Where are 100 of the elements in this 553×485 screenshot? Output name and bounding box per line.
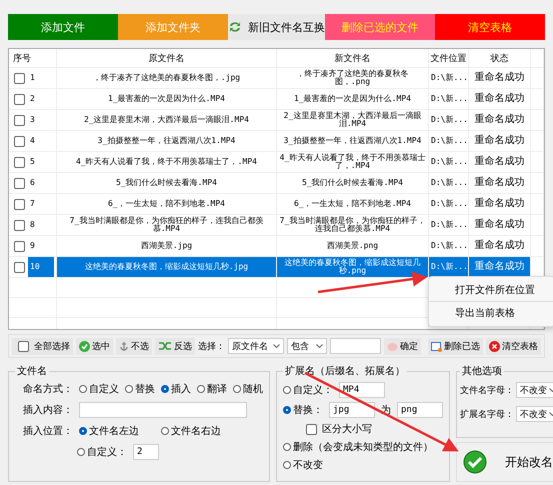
custom-extension-input[interactable]: MP4 xyxy=(339,382,385,398)
anchor-icon xyxy=(119,340,129,352)
field-dropdown[interactable]: 原文件名 xyxy=(228,338,284,354)
table-cell: D:\新... xyxy=(429,215,469,235)
row-number: 10 xyxy=(28,257,54,277)
checkbox[interactable] xyxy=(14,220,25,230)
table-cell: 重命名成功 xyxy=(469,215,531,235)
field-label: 插入内容： xyxy=(23,404,73,417)
table-cell: 6_，一生太短，陪不到地老.MP4 xyxy=(277,194,429,214)
invert-button[interactable]: 反选 xyxy=(155,338,195,354)
insert-content-input[interactable] xyxy=(79,402,247,418)
checkbox[interactable] xyxy=(14,240,25,252)
radio-button[interactable]: 文件名右边 xyxy=(161,424,221,438)
row-number: 9 xyxy=(29,240,36,252)
toolbar-button[interactable]: 添加文件 xyxy=(8,14,118,40)
row-number: 1 xyxy=(29,72,36,84)
radio-button[interactable]: 替换： xyxy=(283,403,323,417)
delete-selected-button[interactable]: 删除已选 xyxy=(428,338,483,354)
start-rename-button[interactable]: 开始改名 xyxy=(456,442,553,482)
table-cell: 2_这里是赛里木湖，大西洋最后一滴眼泪.MP4 xyxy=(57,110,277,130)
radio-button[interactable]: 不改变 xyxy=(283,458,323,472)
radio-button[interactable]: 翻译 xyxy=(197,382,227,396)
table-cell: D:\新... xyxy=(429,89,469,109)
table-cell: 重命名成功 xyxy=(469,194,531,214)
table-cell: 重命名成功 xyxy=(469,89,531,109)
checkbox[interactable] xyxy=(14,262,25,272)
column-header: 序号 xyxy=(9,49,57,67)
extension-case-dropdown[interactable]: 不改变 xyxy=(516,406,553,422)
match-dropdown[interactable]: 包含 xyxy=(287,338,327,354)
radio-button[interactable]: 随机 xyxy=(233,382,263,396)
column-header: 新文件名 xyxy=(277,49,429,67)
chevron-icon xyxy=(316,344,323,348)
table-cell: ，终于凑齐了这绝美的春夏秋冬图，.jpg xyxy=(57,68,277,88)
table-cell: 重命名成功 xyxy=(469,236,531,256)
row-number: 7 xyxy=(29,198,36,210)
row-number: 3 xyxy=(29,114,36,126)
table-cell: D:\新... xyxy=(429,68,469,88)
table-cell: 4_昨天有人说看了我，终于不用羡慕瑞士了，.MP4 xyxy=(57,152,277,172)
field-label: 扩展名字母： xyxy=(460,408,514,420)
radio-button[interactable]: 文件名左边 xyxy=(79,424,139,438)
swap-icon xyxy=(228,21,242,33)
group-title: 文件名 xyxy=(16,364,48,378)
table-cell: 5_我们什么时候去看海.MP4 xyxy=(57,173,277,193)
replace-to-input[interactable]: png xyxy=(397,402,443,418)
table-cell: 3_拍摄整整一年，往返西湖八次1.MP4 xyxy=(57,131,277,151)
field-label: 文件名字母： xyxy=(460,384,514,396)
toolbar-button[interactable]: 新旧文件名互换 xyxy=(228,14,326,40)
clear-table-button[interactable]: 清空表格 xyxy=(486,338,541,354)
checkbox[interactable] xyxy=(14,114,25,126)
checkbox[interactable] xyxy=(14,72,25,84)
table-cell: 5_我们什么时候去看海.MP4 xyxy=(277,173,429,193)
menu-item[interactable]: 打开文件所在位置 xyxy=(429,279,553,301)
table-cell: D:\新... xyxy=(429,110,469,130)
checkbox[interactable] xyxy=(14,198,25,210)
group-title: 其他选项 xyxy=(461,364,503,378)
chevron-icon xyxy=(273,344,280,348)
table-cell: D:\新... xyxy=(429,257,469,277)
column-header: 原文件名 xyxy=(57,49,277,67)
table-cell: 重命名成功 xyxy=(469,110,531,130)
shuffle-icon xyxy=(158,341,172,351)
table-cell: 4_昨天有人说看了我，终于不用羡慕瑞士了，.MP4 xyxy=(277,152,429,172)
table-cell: 重命名成功 xyxy=(469,173,531,193)
case-checkbox[interactable]: 区分大小写 xyxy=(303,422,372,436)
position-input[interactable]: 2 xyxy=(133,444,159,460)
check-button[interactable]: 选中 xyxy=(76,338,113,354)
radio-button[interactable]: 插入 xyxy=(161,382,191,396)
checkbox[interactable] xyxy=(14,136,25,146)
row-number: 2 xyxy=(29,92,36,105)
field-label: 插入位置： xyxy=(23,424,73,438)
filter-input[interactable] xyxy=(330,338,381,354)
select-all-checkbox[interactable]: 全部选择 xyxy=(12,338,73,354)
row-number: 5 xyxy=(29,156,36,168)
radio-button[interactable]: 删除（会变成未知类型的文件） xyxy=(283,440,433,454)
toolbar-button[interactable]: 清空表格 xyxy=(435,14,545,40)
uncheck-button[interactable]: 不选 xyxy=(116,338,152,354)
table-cell: 6_，一生太短，陪不到地老.MP4 xyxy=(57,194,277,214)
replace-from-input[interactable]: jpg xyxy=(329,402,375,418)
radio-button[interactable]: 自定义： xyxy=(283,383,333,397)
table-cell: D:\新... xyxy=(429,131,469,151)
table-cell: 这绝美的春夏秋冬图，缩影成这短短几秒.jpg xyxy=(57,257,277,277)
table-cell: D:\新... xyxy=(429,194,469,214)
table-cell: 重命名成功 xyxy=(469,152,531,172)
table-cell: ，终于凑齐了这绝美的春夏秋冬图，.png xyxy=(277,68,429,88)
checkbox[interactable] xyxy=(14,156,25,168)
table-cell: 3_拍摄整整一年，往返西湖八次1.MP4 xyxy=(277,131,429,151)
table-cell: 重命名成功 xyxy=(469,257,531,277)
filename-case-dropdown[interactable]: 不改变 xyxy=(516,382,553,398)
table-cell: D:\新... xyxy=(429,236,469,256)
checkbox[interactable] xyxy=(14,178,25,188)
row-number: 6 xyxy=(29,176,36,189)
menu-item[interactable]: 导出当前表格 xyxy=(429,301,553,324)
checkbox[interactable] xyxy=(14,94,25,104)
table-cell: 2_这里是赛里木湖，大西洋最后一滴眼泪.MP4 xyxy=(277,110,429,130)
column-header: 文件位置 xyxy=(429,49,469,67)
table-cell: 7_我当时满眼都是你，为你痴狂的样子，连我自己都羡慕.MP4 xyxy=(277,215,429,235)
table-cell: D:\新... xyxy=(429,173,469,193)
radio-button[interactable]: 替换 xyxy=(125,382,155,396)
confirm-button[interactable]: 确定 xyxy=(384,338,421,354)
radio-button[interactable]: 自定义： xyxy=(77,445,127,459)
radio-button[interactable]: 自定义 xyxy=(79,382,119,396)
